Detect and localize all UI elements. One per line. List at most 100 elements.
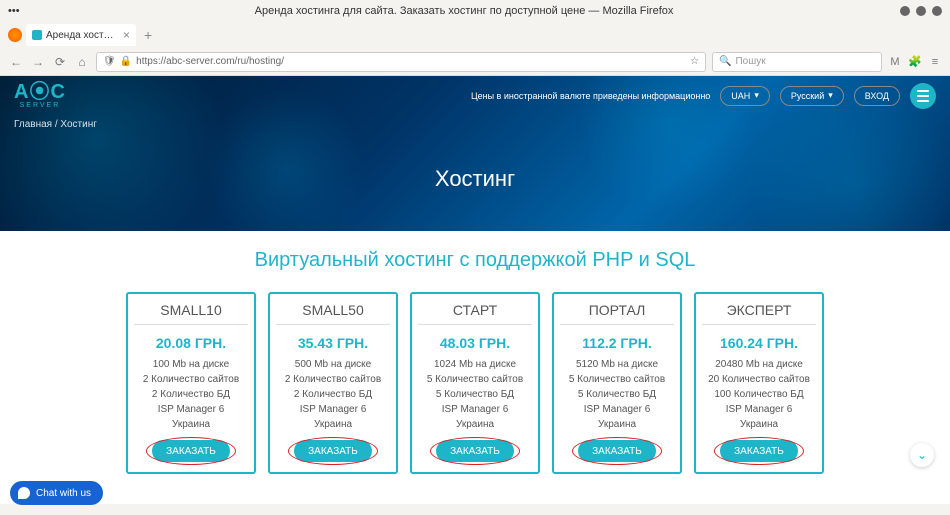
logo-text: A⦿C [14, 82, 66, 102]
burger-line [917, 100, 929, 102]
language-selector[interactable]: Русский ▾ [780, 86, 844, 106]
plan-spec: 5 Количество БД [436, 387, 514, 402]
window-min-button[interactable] [900, 6, 910, 16]
home-button[interactable]: ⌂ [74, 54, 90, 70]
plan-spec: Украина [456, 417, 494, 432]
chat-widget[interactable]: Chat with us [10, 481, 103, 505]
plan-spec: 500 Mb на диске [295, 357, 371, 372]
reload-button[interactable]: ⟳ [52, 54, 68, 70]
search-placeholder: Пошук [735, 56, 765, 67]
firefox-logo-icon [8, 28, 22, 42]
forward-button[interactable]: → [30, 54, 46, 70]
plan-spec: Украина [740, 417, 778, 432]
plan-spec: ISP Manager 6 [442, 402, 509, 417]
plan-price: 20.08 ГРН. [156, 335, 226, 351]
plan-spec: 5 Количество сайтов [569, 372, 665, 387]
highlight-ring [714, 437, 804, 465]
plan-spec: 2 Количество сайтов [285, 372, 381, 387]
new-tab-button[interactable]: + [140, 27, 156, 43]
plan-price: 35.43 ГРН. [298, 335, 368, 351]
plan-card: ПОРТАЛ112.2 ГРН.5120 Mb на диске5 Количе… [552, 292, 682, 474]
mail-icon[interactable]: M [888, 55, 902, 69]
language-label: Русский [791, 91, 824, 101]
plan-price: 48.03 ГРН. [440, 335, 510, 351]
search-input[interactable]: 🔍 Пошук [712, 52, 882, 72]
plan-card: ЭКСПЕРТ 160.24 ГРН. 20480 Mb на диске20 Ко… [694, 292, 824, 474]
plan-spec: 100 Количество БД [714, 387, 803, 402]
breadcrumb: Главная / Хостинг [0, 115, 950, 134]
site-topbar: A⦿C SERVER Цены в иностранной валюте при… [0, 76, 950, 115]
site-logo[interactable]: A⦿C SERVER [14, 82, 66, 109]
plan-spec: ISP Manager 6 [158, 402, 225, 417]
plan-price: 112.2 ГРН. [582, 335, 651, 351]
burger-line [917, 95, 929, 97]
plan-spec: ISP Manager 6 [300, 402, 367, 417]
login-button[interactable]: ВХОД [854, 86, 900, 106]
plan-spec: 100 Mb на диске [153, 357, 229, 372]
plan-spec: Украина [172, 417, 210, 432]
extension-icon[interactable]: 🧩 [908, 55, 922, 69]
url-text: https://abc-server.com/ru/hosting/ [136, 56, 284, 67]
plan-spec: 20 Количество сайтов [708, 372, 810, 387]
plan-spec: 5 Количество сайтов [427, 372, 523, 387]
order-button-wrap: ЗАКАЗАТЬ [436, 440, 514, 462]
plan-spec: ISP Manager 6 [726, 402, 793, 417]
currency-info-text: Цены в иностранной валюте приведены инфо… [471, 91, 710, 101]
url-input[interactable]: 🛡 🔒 https://abc-server.com/ru/hosting/ ☆ [96, 52, 706, 72]
chat-bubble-icon [18, 487, 30, 499]
breadcrumb-home[interactable]: Главная [14, 119, 52, 130]
currency-selector[interactable]: UAH ▾ [720, 86, 770, 106]
plans-grid: SMALL1020.08 ГРН.100 Mb на диске2 Количе… [0, 292, 950, 474]
plan-name: SMALL10 [134, 302, 248, 325]
page-title: Хостинг [0, 166, 950, 192]
plan-card: СТАРТ48.03 ГРН.1024 Mb на диске5 Количес… [410, 292, 540, 474]
highlight-ring [572, 437, 662, 465]
breadcrumb-current: Хостинг [60, 119, 96, 130]
plan-card: SMALL1020.08 ГРН.100 Mb на диске2 Количе… [126, 292, 256, 474]
plan-spec: Украина [598, 417, 636, 432]
bookmark-star-icon[interactable]: ☆ [690, 56, 699, 67]
plan-spec: Украина [314, 417, 352, 432]
plan-spec: 5120 Mb на диске [576, 357, 658, 372]
lock-icon: 🔒 [120, 56, 132, 67]
currency-label: UAH [731, 91, 750, 101]
burger-line [917, 90, 929, 92]
shield-icon: 🛡 [103, 56, 116, 67]
search-icon: 🔍 [719, 56, 731, 67]
window-title: Аренда хостинга для сайта. Заказать хост… [28, 5, 900, 17]
plan-spec: 2 Количество БД [152, 387, 230, 402]
chevron-down-icon: ▾ [754, 90, 759, 101]
plan-spec: 20480 Mb на диске [715, 357, 803, 372]
plan-name: СТАРТ [418, 302, 532, 325]
highlight-ring [288, 437, 378, 465]
browser-address-bar: ← → ⟳ ⌂ 🛡 🔒 https://abc-server.com/ru/ho… [0, 48, 950, 76]
plan-name: ПОРТАЛ [560, 302, 674, 325]
chevron-down-icon: ▾ [828, 90, 833, 101]
site-hero: A⦿C SERVER Цены в иностранной валюте при… [0, 76, 950, 231]
plan-spec: 1024 Mb на диске [434, 357, 516, 372]
window-close-button[interactable] [932, 6, 942, 16]
tab-close-button[interactable]: × [123, 28, 130, 42]
system-menu-dots[interactable]: ••• [8, 5, 28, 17]
favicon-icon [32, 30, 42, 40]
scroll-down-button[interactable]: ⌄ [910, 443, 934, 467]
plan-spec: 2 Количество сайтов [143, 372, 239, 387]
back-button[interactable]: ← [8, 54, 24, 70]
browser-tab-bar: Аренда хостинга для сайт × + [0, 22, 950, 48]
highlight-ring [430, 437, 520, 465]
section-title: Виртуальный хостинг с поддержкой PHP и S… [0, 249, 950, 272]
plan-name: ЭКСПЕРТ [702, 302, 816, 325]
menu-button[interactable] [910, 83, 936, 109]
main-content: Виртуальный хостинг с поддержкой PHP и S… [0, 231, 950, 504]
logo-subtext: SERVER [20, 102, 61, 109]
plan-name: SMALL50 [276, 302, 390, 325]
plan-spec: ISP Manager 6 [584, 402, 651, 417]
system-titlebar: ••• Аренда хостинга для сайта. Заказать … [0, 0, 950, 22]
order-button-wrap: ЗАКАЗАТЬ [152, 440, 230, 462]
browser-menu-button[interactable]: ≡ [928, 55, 942, 69]
window-max-button[interactable] [916, 6, 926, 16]
plan-spec: 5 Количество БД [578, 387, 656, 402]
order-button-wrap: ЗАКАЗАТЬ [578, 440, 656, 462]
plan-price: 160.24 ГРН. [720, 335, 798, 351]
browser-tab[interactable]: Аренда хостинга для сайт × [26, 24, 136, 46]
